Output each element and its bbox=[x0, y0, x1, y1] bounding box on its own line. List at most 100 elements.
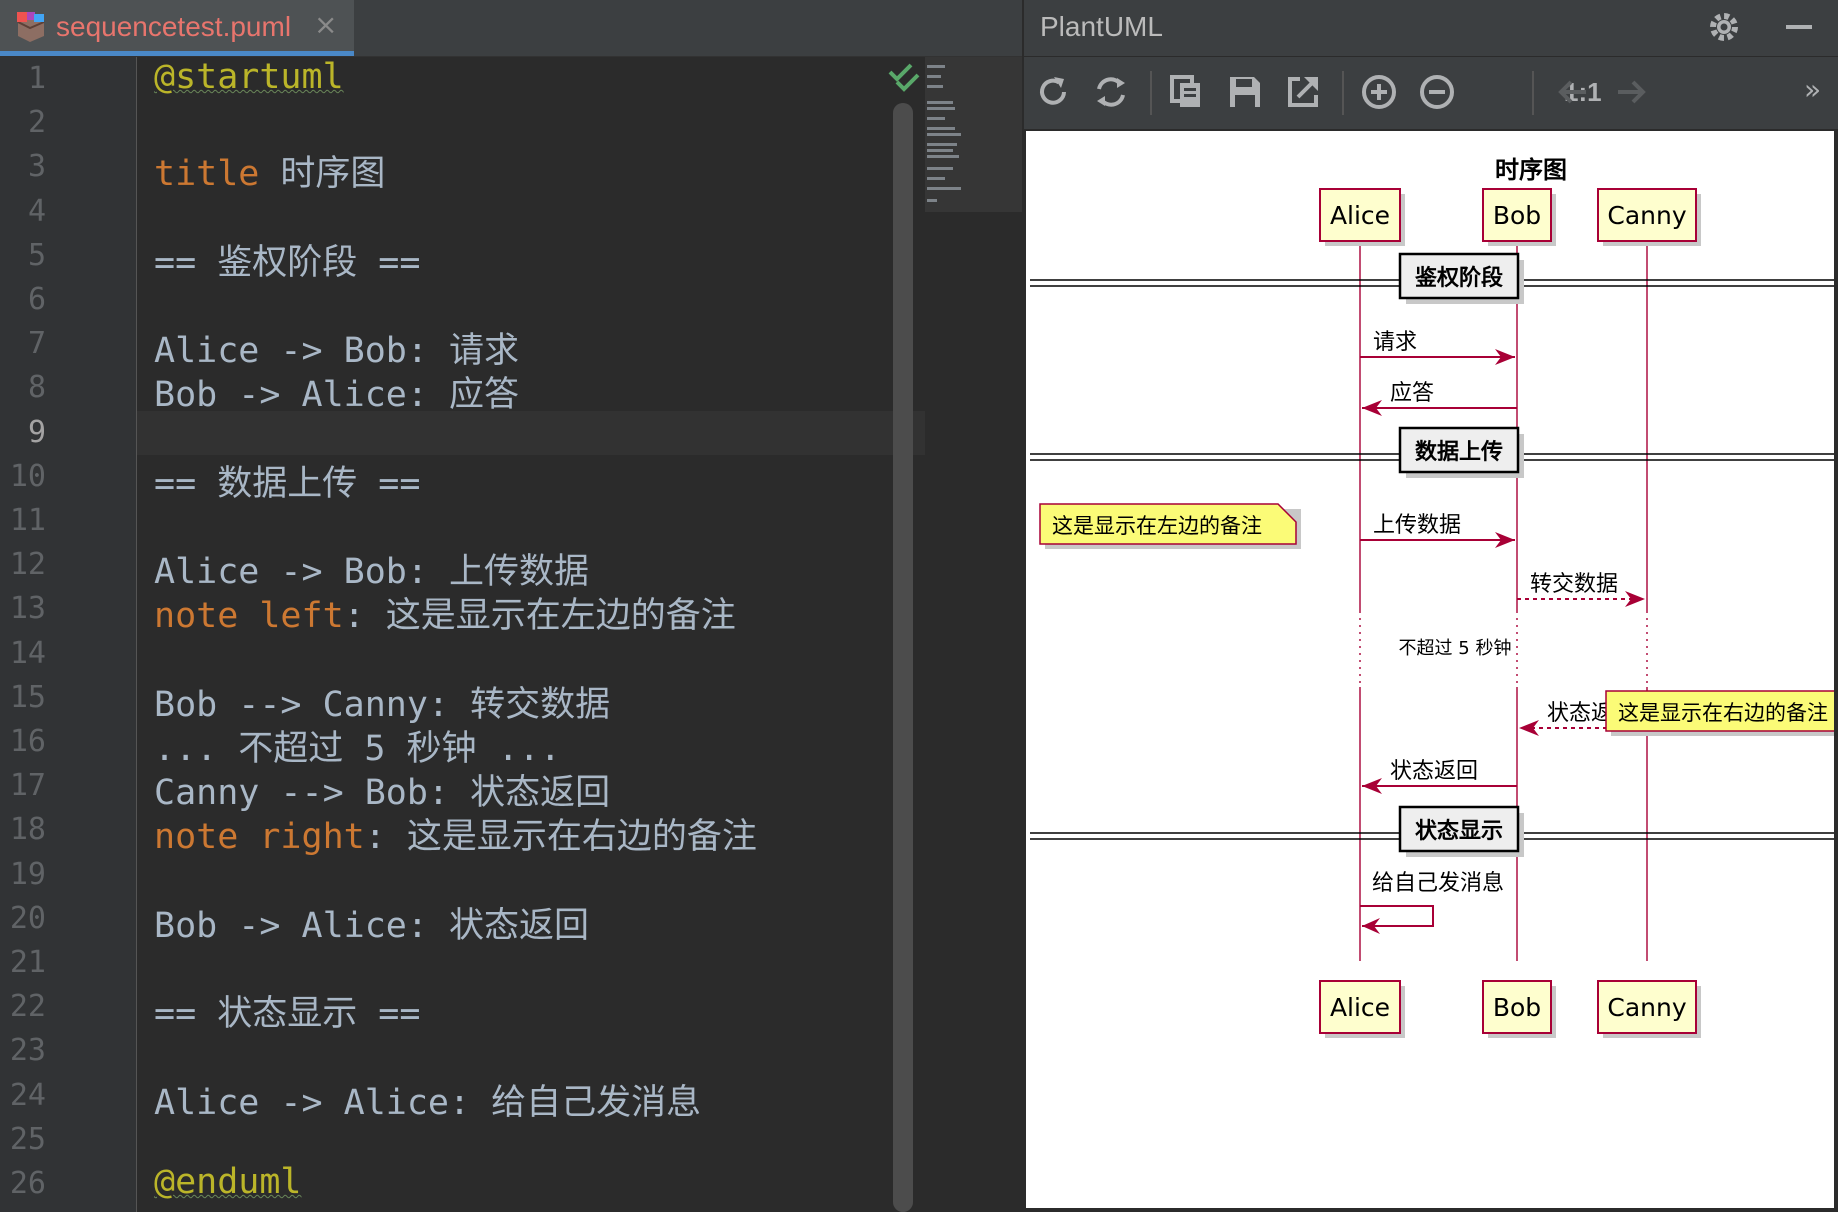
gear-icon[interactable] bbox=[1707, 10, 1741, 44]
minimap-line bbox=[927, 177, 945, 180]
code-line[interactable]: == 状态显示 == bbox=[154, 985, 420, 1036]
diagram-preview[interactable]: 时序图 Alice Bob Canny Alice Bob Canny 鉴权阶段 数据上传 状态… bbox=[1026, 131, 1834, 1208]
line-number: 5 bbox=[27, 237, 46, 273]
more-actions-icon[interactable]: » bbox=[1804, 73, 1821, 106]
line-number: 17 bbox=[9, 768, 46, 804]
line-number: 2 bbox=[27, 105, 46, 141]
code-line[interactable]: Bob -> Alice: 状态返回 bbox=[154, 897, 589, 948]
message-label: 应答 bbox=[1390, 381, 1434, 406]
line-number: 9 bbox=[27, 414, 46, 450]
minimap-line bbox=[927, 167, 953, 170]
panel-title: PlantUML bbox=[1040, 11, 1163, 42]
minimap-line bbox=[927, 65, 945, 68]
diagram-content: Alice Bob Canny Alice Bob Canny 鉴权阶段数据上传状态显示 请求… bbox=[1030, 188, 1834, 1038]
plantuml-toolbar: 1:1 » bbox=[1022, 57, 1838, 129]
code-text: 时序图 bbox=[259, 154, 386, 195]
code-line[interactable]: @startuml bbox=[154, 57, 344, 97]
sync-icon[interactable] bbox=[1090, 71, 1132, 113]
minimize-icon[interactable] bbox=[1782, 10, 1816, 44]
editor-tab[interactable]: sequencetest.puml × bbox=[0, 0, 354, 56]
divider-label: 鉴权阶段 bbox=[1414, 265, 1503, 291]
toolbar-separator bbox=[1150, 71, 1152, 115]
minimap-line bbox=[927, 107, 955, 110]
message-label: 给自己发消息 bbox=[1372, 871, 1504, 896]
toolbar-separator bbox=[1532, 71, 1534, 115]
code-line[interactable]: note left: 这是显示在左边的备注 bbox=[154, 587, 736, 638]
code-minimap[interactable] bbox=[925, 57, 1022, 212]
minimap-line bbox=[927, 143, 957, 146]
code-text: == 数据上传 == bbox=[154, 463, 421, 504]
code-text: Bob --> Canny: 转交数据 bbox=[154, 684, 611, 725]
arrow-head bbox=[1519, 720, 1539, 736]
code-line[interactable]: note right: 这是显示在右边的备注 bbox=[154, 808, 757, 859]
code-keyword: @startuml bbox=[154, 57, 344, 97]
code-editor[interactable]: @startuml title 时序图 == 鉴权阶段 == Alice -> Bob… bbox=[137, 57, 925, 1212]
line-number: 3 bbox=[27, 149, 46, 185]
line-number: 6 bbox=[27, 282, 46, 317]
line-number: 14 bbox=[9, 635, 46, 671]
zoom-out-icon[interactable] bbox=[1416, 71, 1458, 113]
back-arrow-icon[interactable] bbox=[1552, 71, 1594, 113]
line-number: 18 bbox=[9, 812, 46, 848]
participant-label: Bob bbox=[1493, 201, 1541, 230]
minimap-line bbox=[927, 149, 953, 152]
code-text: Alice -> Bob: 请求 bbox=[154, 331, 520, 372]
code-text: Alice -> Alice: 给自己发消息 bbox=[154, 1082, 702, 1123]
line-number: 21 bbox=[9, 945, 46, 980]
save-icon[interactable] bbox=[1224, 71, 1266, 113]
export-icon[interactable] bbox=[1282, 71, 1324, 113]
participant-label: Alice bbox=[1330, 993, 1390, 1022]
sequence-diagram: 时序图 Alice Bob Canny Alice Bob Canny 鉴权阶段数据上传状态… bbox=[1030, 156, 1834, 1038]
minimap-line bbox=[927, 127, 955, 130]
forward-arrow-icon[interactable] bbox=[1610, 71, 1652, 113]
minimap-line bbox=[927, 117, 945, 120]
line-number: 7 bbox=[27, 326, 46, 362]
arrow-head bbox=[1625, 591, 1645, 607]
delay-label: 不超过 5 秒钟 bbox=[1399, 638, 1512, 659]
line-number: 19 bbox=[9, 856, 46, 892]
participant-label: Canny bbox=[1607, 201, 1686, 230]
code-text: Alice -> Bob: 上传数据 bbox=[154, 552, 590, 593]
code-text: Bob -> Alice: 应答 bbox=[154, 375, 520, 416]
minimap-line bbox=[927, 187, 961, 190]
message-label: 状态返回 bbox=[1390, 759, 1478, 784]
code-line[interactable]: == 数据上传 == bbox=[154, 455, 420, 506]
refresh-icon[interactable] bbox=[1032, 71, 1074, 113]
editor-scrollbar[interactable] bbox=[893, 103, 913, 1212]
code-keyword: note left bbox=[154, 596, 344, 637]
line-number: 24 bbox=[9, 1077, 46, 1113]
code-line[interactable]: @enduml bbox=[154, 1162, 302, 1202]
minimap-line bbox=[927, 155, 959, 158]
code-text: Bob -> Alice: 状态返回 bbox=[154, 905, 590, 946]
line-number: 12 bbox=[9, 547, 46, 583]
diagram-title: 时序图 bbox=[1495, 156, 1567, 184]
code-line[interactable]: Bob -> Alice: 应答 bbox=[154, 366, 519, 417]
tab-close-icon[interactable]: × bbox=[314, 8, 337, 41]
message-label: 转交数据 bbox=[1530, 572, 1618, 597]
code-keyword: note right bbox=[154, 817, 365, 858]
minimap-line bbox=[927, 101, 953, 104]
code-line[interactable]: title 时序图 bbox=[154, 145, 385, 196]
line-number: 16 bbox=[9, 724, 46, 759]
line-number: 25 bbox=[9, 1121, 46, 1157]
scrollbar-thumb[interactable] bbox=[893, 103, 913, 1212]
message-label: 请求 bbox=[1373, 330, 1417, 355]
copy-icon[interactable] bbox=[1166, 71, 1208, 113]
minimap-line bbox=[927, 75, 941, 78]
code-text: Canny --> Bob: 状态返回 bbox=[154, 773, 611, 814]
line-number: 23 bbox=[9, 1033, 46, 1069]
zoom-in-icon[interactable] bbox=[1358, 71, 1400, 113]
code-line[interactable]: Alice -> Alice: 给自己发消息 bbox=[154, 1074, 701, 1125]
participant-label: Alice bbox=[1330, 201, 1390, 230]
minimap-line bbox=[927, 85, 943, 88]
code-line[interactable]: == 鉴权阶段 == bbox=[154, 234, 420, 285]
line-number: 4 bbox=[27, 193, 46, 229]
line-number: 1 bbox=[27, 61, 46, 96]
line-number-gutter[interactable]: 1 2 3 4 5 6 7 8 9 10 11 12 13 14 15 16 17 18 19 20 21 22 23 24 2… bbox=[0, 57, 137, 1212]
divider-label: 状态显示 bbox=[1415, 818, 1503, 844]
puml-file-icon bbox=[17, 12, 45, 42]
line-number: 26 bbox=[9, 1166, 46, 1201]
inspection-ok-icon[interactable] bbox=[887, 60, 921, 94]
note-text: 这是显示在右边的备注 bbox=[1618, 701, 1828, 725]
tab-filename: sequencetest.puml bbox=[56, 11, 292, 42]
